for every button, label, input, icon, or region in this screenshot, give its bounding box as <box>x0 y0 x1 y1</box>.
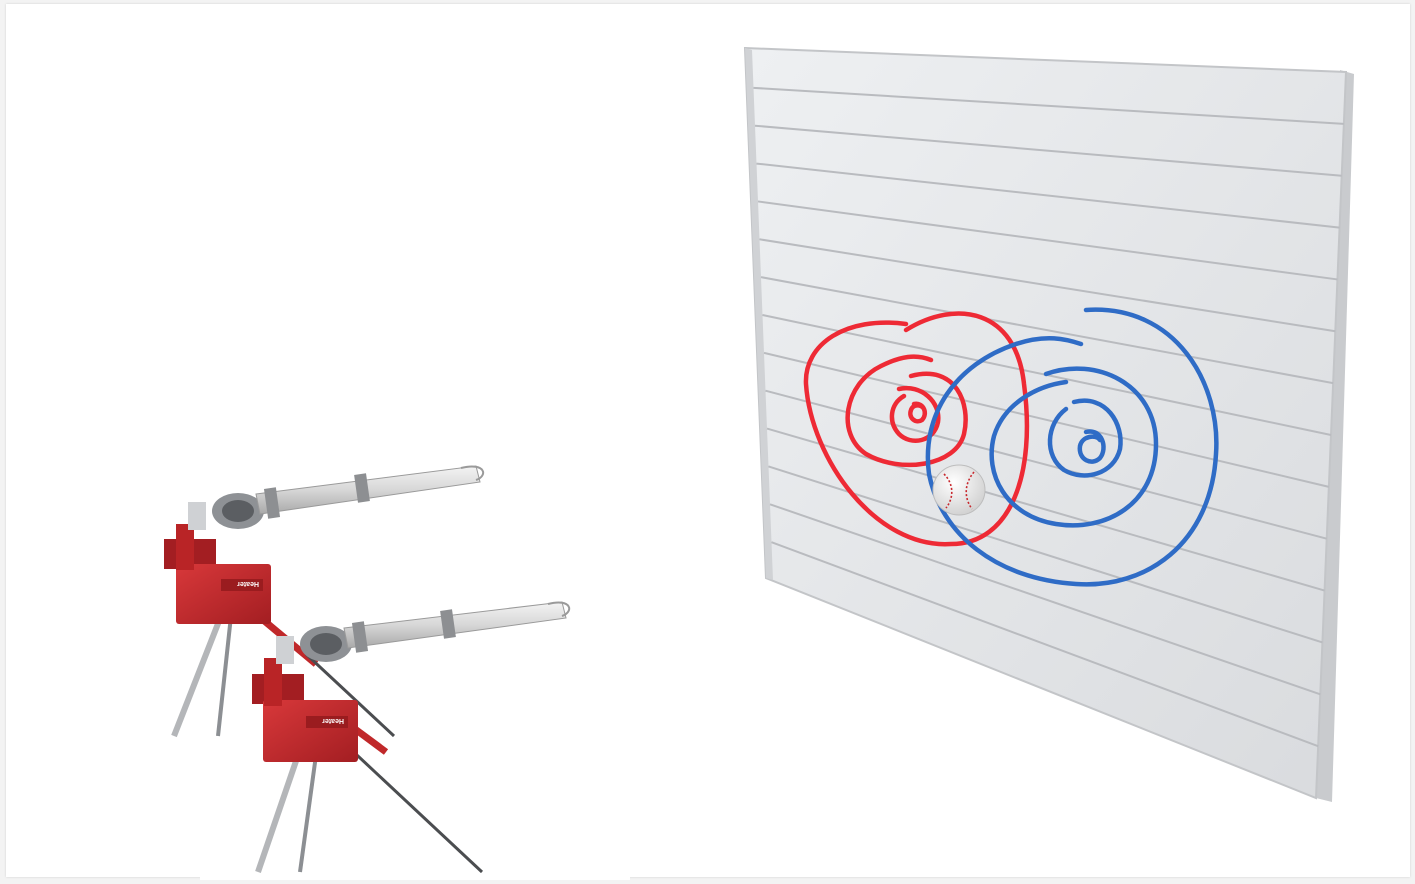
wall-face <box>743 46 1348 800</box>
brand-label-back: Heater <box>237 580 259 587</box>
rebound-wall <box>743 46 1354 802</box>
baseball <box>932 464 986 516</box>
bottom-strip <box>200 873 630 880</box>
pitching-machine-front: Heater <box>252 601 571 874</box>
slide-canvas: Heater Heater <box>0 0 1415 884</box>
brand-label-front: Heater <box>322 717 344 724</box>
slide: Heater Heater <box>6 4 1410 877</box>
illustration: Heater Heater <box>164 46 1354 874</box>
pitching-machine-back: Heater <box>164 465 485 738</box>
